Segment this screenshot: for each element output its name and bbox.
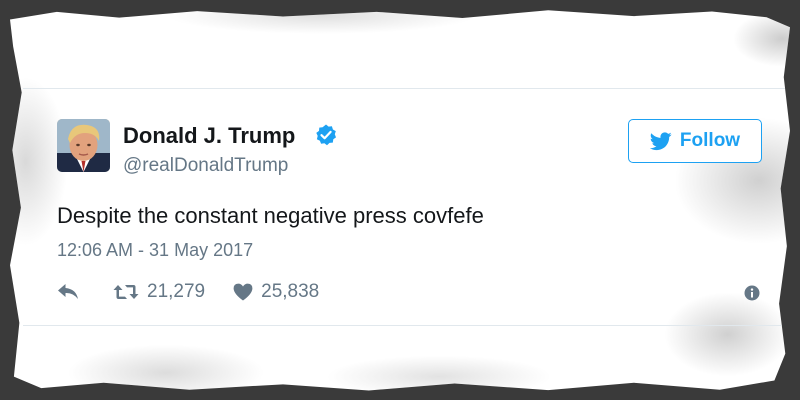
user-handle[interactable]: @realDonaldTrump xyxy=(123,155,288,177)
avatar[interactable] xyxy=(57,119,110,172)
like-count: 25,838 xyxy=(261,281,320,302)
retweet-icon xyxy=(113,285,139,299)
like-button[interactable]: 25,838 xyxy=(233,281,319,303)
reply-icon xyxy=(58,284,78,299)
follow-button[interactable]: Follow xyxy=(628,119,762,163)
retweet-button[interactable]: 21,279 xyxy=(113,281,205,303)
tweet-timestamp[interactable]: 12:06 AM - 31 May 2017 xyxy=(57,240,253,261)
twitter-bird-icon xyxy=(649,131,672,150)
tweet-text: Despite the constant negative press covf… xyxy=(57,203,484,228)
info-icon[interactable] xyxy=(744,285,760,301)
paper-frame: Donald J. Trump @realDonaldTrump Follow … xyxy=(10,10,790,391)
verified-badge-icon xyxy=(316,124,336,146)
follow-label: Follow xyxy=(679,130,741,151)
heart-icon xyxy=(233,283,253,301)
avatar-image xyxy=(57,119,110,172)
tweet-actions: 21,279 25,838 xyxy=(57,279,319,305)
retweet-count: 21,279 xyxy=(147,281,206,302)
tweet-card: Donald J. Trump @realDonaldTrump Follow … xyxy=(23,88,785,326)
reply-button[interactable] xyxy=(57,283,79,301)
display-name[interactable]: Donald J. Trump xyxy=(123,123,295,149)
